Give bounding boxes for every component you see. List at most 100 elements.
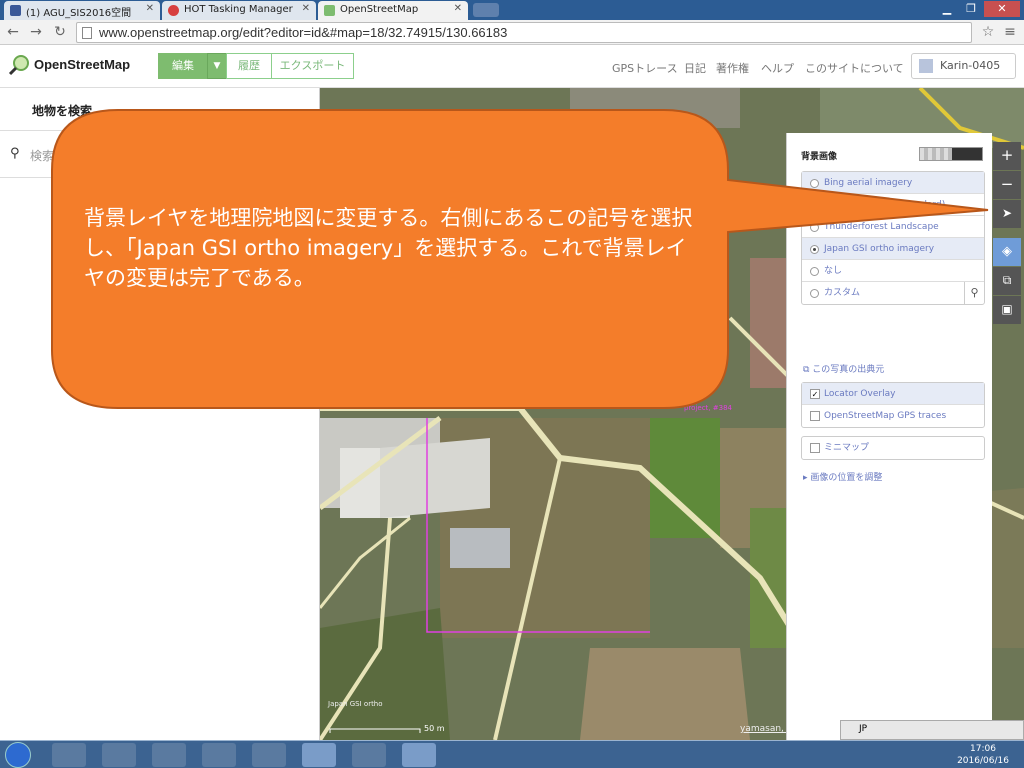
bookmark-star-icon[interactable]: ☆	[980, 23, 996, 41]
adjust-imagery-link[interactable]: ▸ 画像の位置を調整	[803, 470, 882, 483]
close-icon[interactable]: ✕	[302, 3, 310, 14]
reload-icon[interactable]: ↻	[52, 23, 68, 41]
radio-icon	[810, 289, 819, 298]
windows-taskbar: 17:06 2016/06/16	[0, 740, 1024, 768]
copyright-link[interactable]: 著作権	[716, 60, 749, 76]
overlay-list: ✓ Locator Overlay OpenStreetMap GPS trac…	[801, 382, 985, 428]
search-icon: ⚲	[10, 146, 20, 161]
imagery-layer-list: Bing aerial imagery OpenStreetMap (Stand…	[801, 171, 985, 305]
tab-label: (1) AGU_SIS2016空間	[26, 8, 132, 19]
layer-option-custom[interactable]: カスタム ⚲	[802, 282, 984, 304]
overlay-label: Locator Overlay	[824, 389, 896, 399]
edit-dropdown-icon[interactable]: ▼	[207, 53, 227, 79]
background-pane-title: 背景画像	[801, 152, 838, 162]
layer-label: なし	[824, 266, 843, 276]
address-toolbar: ← → ↻ www.openstreetmap.org/edit?editor=…	[0, 20, 1024, 45]
layer-option-thunderforest[interactable]: Thunderforest Landscape	[802, 216, 984, 238]
clock-date: 2016/06/16	[957, 756, 1009, 766]
osm-logo[interactable]: OpenStreetMap	[8, 55, 131, 76]
close-icon[interactable]: ✕	[454, 3, 462, 14]
search-input[interactable]: ⚲ 検索	[0, 130, 319, 178]
radio-checked-icon	[810, 245, 819, 254]
scale-label: 50 m	[424, 724, 445, 733]
taskbar-clock[interactable]: 17:06 2016/06/16	[948, 743, 1018, 767]
osm-header: OpenStreetMap 編集 ▼ 履歴 エクスポート GPSトレース 日記 …	[0, 46, 1024, 88]
paint-icon[interactable]	[352, 743, 386, 767]
minimap-label: ミニマップ	[824, 443, 870, 453]
overlay-locator[interactable]: ✓ Locator Overlay	[802, 383, 984, 405]
tab-label: OpenStreetMap	[340, 4, 419, 15]
about-link[interactable]: このサイトについて	[805, 60, 904, 76]
restore-icon[interactable]: ❐	[960, 1, 982, 17]
explorer-icon[interactable]	[102, 743, 136, 767]
layer-label: カスタム	[824, 288, 861, 298]
forward-icon[interactable]: →	[28, 23, 44, 41]
diary-link[interactable]: 日記	[684, 60, 706, 76]
url-field[interactable]: www.openstreetmap.org/edit?editor=id&#ma…	[76, 22, 972, 43]
layer-label: Japan GSI ortho imagery	[824, 244, 935, 254]
imagery-source-link[interactable]: ⧉ この写真の出典元	[803, 362, 884, 375]
radio-icon	[810, 267, 819, 276]
media-player-icon[interactable]	[152, 743, 186, 767]
search-placeholder: 検索	[30, 149, 55, 163]
radio-icon	[810, 201, 819, 210]
language-bar: JP	[840, 720, 1024, 740]
zoom-in-button[interactable]: +	[993, 142, 1021, 170]
username: Karin-0405	[940, 59, 1001, 72]
page-icon	[82, 27, 92, 39]
overlay-label: OpenStreetMap GPS traces	[824, 411, 947, 421]
window-close-icon[interactable]: ✕	[984, 1, 1020, 17]
layer-option-osm-standard[interactable]: OpenStreetMap (Standard)	[802, 194, 984, 216]
layer-option-japan-gsi[interactable]: Japan GSI ortho imagery	[802, 238, 984, 260]
external-link-icon: ⧉	[803, 365, 813, 375]
browser-tab-facebook[interactable]: (1) AGU_SIS2016空間 ✕	[4, 1, 160, 20]
layer-option-none[interactable]: なし	[802, 260, 984, 282]
layer-option-bing[interactable]: Bing aerial imagery	[802, 172, 984, 194]
close-icon[interactable]: ✕	[146, 3, 154, 14]
clock-time: 17:06	[970, 744, 996, 754]
facebook-icon	[10, 5, 21, 16]
callout-text: 背景レイヤを地理院地図に変更する。右側にあるこの記号を選択し、「Japan GS…	[84, 206, 693, 290]
osm-magnifier-icon	[8, 55, 29, 76]
chrome-active-icon[interactable]	[302, 743, 336, 767]
firefox-icon[interactable]	[202, 743, 236, 767]
back-icon[interactable]: ←	[5, 23, 21, 41]
layer-label: Thunderforest Landscape	[824, 222, 939, 232]
opacity-slider[interactable]	[919, 147, 983, 161]
browser-tab-strip: (1) AGU_SIS2016空間 ✕ HOT Tasking Manager …	[0, 0, 1024, 20]
overlay-gps-traces[interactable]: OpenStreetMap GPS traces	[802, 405, 984, 427]
browser-tab-openstreetmap[interactable]: OpenStreetMap ✕	[318, 1, 468, 20]
ime-indicator[interactable]: JP	[859, 724, 867, 734]
ie-icon[interactable]	[52, 743, 86, 767]
minimap-toggle[interactable]: ミニマップ	[801, 436, 985, 460]
history-button[interactable]: 履歴	[226, 53, 272, 79]
background-layers-icon[interactable]: ◈	[993, 238, 1021, 266]
browser-tab-tasking-manager[interactable]: HOT Tasking Manager ✕	[162, 1, 316, 20]
hot-icon	[168, 5, 179, 16]
start-button[interactable]	[5, 742, 31, 768]
logo-text: OpenStreetMap	[34, 57, 131, 72]
zoom-out-button[interactable]: −	[993, 171, 1021, 199]
chrome-icon[interactable]	[252, 743, 286, 767]
tab-label: HOT Tasking Manager	[184, 4, 293, 15]
geolocate-icon[interactable]: ➤	[993, 200, 1021, 228]
avatar	[919, 59, 933, 73]
minimize-icon[interactable]: ▁	[936, 1, 958, 17]
export-button[interactable]: エクスポート	[271, 53, 354, 79]
radio-icon	[810, 223, 819, 232]
layer-label: Bing aerial imagery	[824, 178, 913, 188]
edit-button[interactable]: 編集	[158, 53, 208, 79]
adjust-link-label: 画像の位置を調整	[810, 473, 883, 483]
source-link-label: この写真の出典元	[812, 365, 885, 375]
help-icon[interactable]: ▣	[993, 296, 1021, 324]
gps-traces-link[interactable]: GPSトレース	[612, 60, 678, 76]
user-menu-button[interactable]: Karin-0405	[911, 53, 1016, 79]
powerpoint-icon[interactable]	[402, 743, 436, 767]
help-link[interactable]: ヘルプ	[761, 60, 794, 76]
map-data-icon[interactable]: ⧉	[993, 267, 1021, 295]
custom-search-icon[interactable]: ⚲	[964, 282, 984, 304]
background-pane: 背景画像 Bing aerial imagery OpenStreetMap (…	[786, 133, 992, 740]
new-tab-button[interactable]	[473, 3, 499, 17]
menu-icon[interactable]: ≡	[1002, 23, 1018, 41]
imagery-attribution: Japan GSI ortho	[328, 700, 383, 708]
